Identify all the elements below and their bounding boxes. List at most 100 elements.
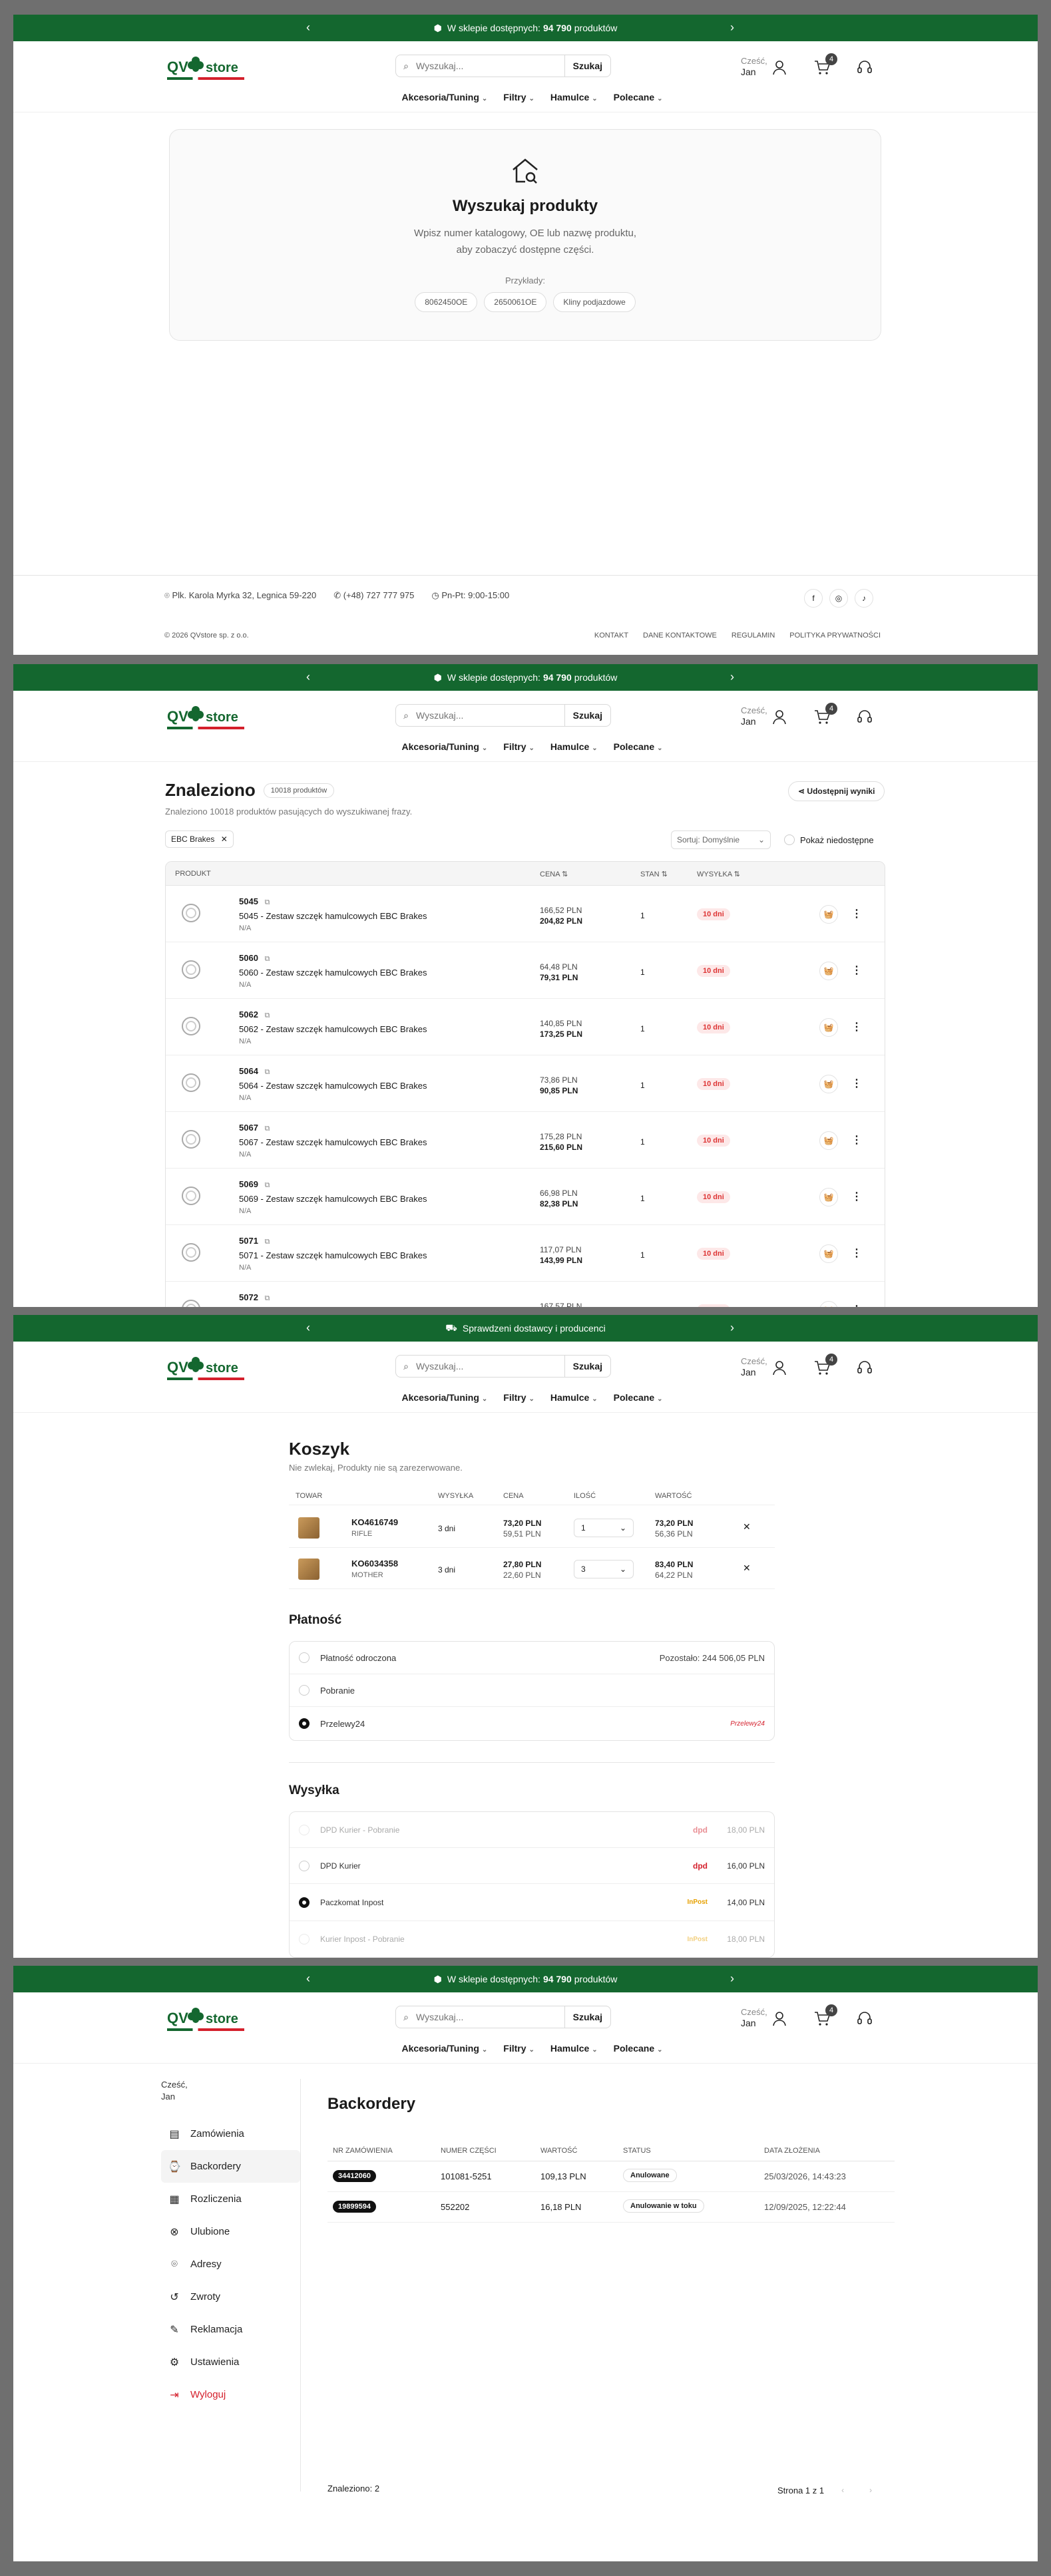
user-icon[interactable] [771,1359,788,1376]
product-code[interactable]: 5064 ⧉ [239,1066,270,1077]
add-to-cart-basket-icon[interactable]: 🧺 [819,1075,838,1093]
checkbox[interactable] [784,834,795,845]
copy-icon[interactable]: ⧉ [265,1181,270,1189]
radio[interactable] [299,1685,310,1696]
nav-item-akcesoria[interactable]: Akcesoria/Tuning ⌄ [401,1392,487,1403]
product-name[interactable]: 5071 - Zestaw szczęk hamulcowych EBC Bra… [239,1250,427,1260]
table-row[interactable]: 5067 ⧉ 5067 - Zestaw szczęk hamulcowych E… [166,1112,885,1169]
search-input[interactable] [416,710,564,721]
product-thumbnail[interactable] [180,902,202,924]
promo-next-arrow[interactable]: › [730,1321,734,1335]
search-input[interactable] [416,2012,564,2022]
more-options-icon[interactable]: ⋮ [851,964,862,977]
quantity-select[interactable]: 1 ⌄ [574,1519,634,1537]
more-options-icon[interactable]: ⋮ [851,1077,862,1090]
example-chip[interactable]: 8062450OE [415,292,478,312]
cart-icon[interactable]: 4 [813,703,837,725]
product-code[interactable]: 5060 ⧉ [239,953,270,964]
radio[interactable] [299,1934,310,1944]
search-button[interactable]: Szukaj [564,705,610,726]
tiktok-icon[interactable]: ♪ [855,589,873,608]
user-icon[interactable] [771,2010,788,2027]
store-logo[interactable]: QV store [167,704,247,731]
copy-icon[interactable]: ⧉ [265,1012,270,1019]
show-unavailable-toggle[interactable]: Pokaż niedostępne [784,834,874,845]
add-to-cart-basket-icon[interactable]: 🧺 [819,1131,838,1150]
product-thumbnail[interactable] [180,1072,202,1093]
quantity-select[interactable]: 3 ⌄ [574,1560,634,1578]
nav-item-akcesoria[interactable]: Akcesoria/Tuning ⌄ [401,92,487,102]
copy-icon[interactable]: ⧉ [265,1068,270,1076]
user-greeting[interactable]: Cześć, Jan [741,1356,767,1378]
order-number-badge[interactable]: 34412060 [333,2170,376,2182]
store-logo[interactable]: QV store [167,55,247,81]
facebook-icon[interactable]: f [804,589,823,608]
col-price[interactable]: CENA ⇅ [540,870,568,878]
more-options-icon[interactable]: ⋮ [851,1133,862,1147]
product-name[interactable]: 5045 - Zestaw szczęk hamulcowych EBC Bra… [239,911,427,921]
promo-next-arrow[interactable]: › [730,21,734,35]
promo-prev-arrow[interactable]: ‹ [306,1972,310,1986]
support-headset-icon[interactable] [856,2010,873,2027]
search-input[interactable] [416,61,564,71]
cart-icon[interactable]: 4 [813,53,837,76]
product-thumbnail[interactable] [180,1242,202,1263]
store-logo[interactable]: QV store [167,2006,247,2032]
filter-chip[interactable]: EBC Brakes ✕ [165,830,234,848]
nav-item-polecane[interactable]: Polecane ⌄ [614,2043,663,2054]
remove-item-icon[interactable]: ✕ [743,1521,751,1533]
payment-option-cod[interactable]: Pobranie [290,1674,774,1707]
add-to-cart-basket-icon[interactable]: 🧺 [819,1301,838,1307]
nav-item-polecane[interactable]: Polecane ⌄ [614,741,663,752]
promo-prev-arrow[interactable]: ‹ [306,1321,310,1335]
sidebar-item-6[interactable]: ↺ Zwroty [161,2281,300,2313]
more-options-icon[interactable]: ⋮ [851,1190,862,1203]
close-icon[interactable]: ✕ [221,834,228,844]
example-chip[interactable]: Kliny podjazdowe [553,292,636,312]
promo-prev-arrow[interactable]: ‹ [306,21,310,35]
product-name[interactable]: 5060 - Zestaw szczęk hamulcowych EBC Bra… [239,968,427,978]
radio[interactable] [299,1860,310,1871]
product-name[interactable]: 5067 - Zestaw szczęk hamulcowych EBC Bra… [239,1137,427,1147]
nav-item-filtry[interactable]: Filtry ⌄ [503,741,534,752]
product-name[interactable]: 5064 - Zestaw szczęk hamulcowych EBC Bra… [239,1081,427,1091]
promo-prev-arrow[interactable]: ‹ [306,670,310,684]
prev-page-icon[interactable]: ‹ [833,2481,853,2499]
radio[interactable] [299,1652,310,1663]
next-page-icon[interactable]: › [861,2481,881,2499]
table-row[interactable]: 5072 ⧉ 167,57 PLN 10 dni 🧺 ⋮ [166,1282,885,1307]
remove-item-icon[interactable]: ✕ [743,1563,751,1574]
product-code[interactable]: 5071 ⧉ [239,1236,270,1246]
add-to-cart-basket-icon[interactable]: 🧺 [819,1188,838,1206]
add-to-cart-basket-icon[interactable]: 🧺 [819,1018,838,1037]
cart-icon[interactable]: 4 [813,1354,837,1376]
footer-link-kontakt[interactable]: KONTAKT [594,632,628,640]
product-thumbnail[interactable] [180,1298,202,1307]
copy-icon[interactable]: ⧉ [265,1294,270,1302]
nav-item-hamulce[interactable]: Hamulce ⌄ [550,2043,598,2054]
product-code[interactable]: 5072 ⧉ [239,1292,270,1303]
footer-link-regulamin[interactable]: REGULAMIN [732,632,775,640]
sidebar-item-1[interactable]: ▤ Zamówienia [161,2117,300,2150]
promo-next-arrow[interactable]: › [730,670,734,684]
add-to-cart-basket-icon[interactable]: 🧺 [819,1244,838,1263]
sidebar-item-8[interactable]: ⚙ Ustawienia [161,2346,300,2378]
table-row[interactable]: 19899594 552202 16,18 PLN Anulowanie w toku… [327,2192,895,2223]
copy-icon[interactable]: ⧉ [265,1238,270,1246]
support-headset-icon[interactable] [856,1359,873,1376]
shipping-option-inpost-cod[interactable]: Kurier Inpost - Pobranie InPost 18,00 PLN [290,1921,774,1957]
support-headset-icon[interactable] [856,708,873,725]
add-to-cart-basket-icon[interactable]: 🧺 [819,962,838,980]
product-code[interactable]: 5069 ⧉ [239,1179,270,1190]
product-code[interactable]: 5062 ⧉ [239,1010,270,1020]
shipping-option-dpd[interactable]: DPD Kurier dpd 16,00 PLN [290,1848,774,1884]
search-button[interactable]: Szukaj [564,1356,610,1377]
table-row[interactable]: 5069 ⧉ 5069 - Zestaw szczęk hamulcowych E… [166,1169,885,1225]
sidebar-item-2[interactable]: ⌚ Backordery [161,2150,300,2183]
product-code[interactable]: 5067 ⧉ [239,1123,270,1133]
table-row[interactable]: 34412060 101081-5251 109,13 PLN Anulowane 25… [327,2161,895,2192]
product-thumbnail[interactable] [180,1129,202,1150]
sort-select[interactable]: Sortuj: Domyślnie ⌄ [671,830,771,849]
nav-item-polecane[interactable]: Polecane ⌄ [614,92,663,102]
nav-item-hamulce[interactable]: Hamulce ⌄ [550,741,598,752]
